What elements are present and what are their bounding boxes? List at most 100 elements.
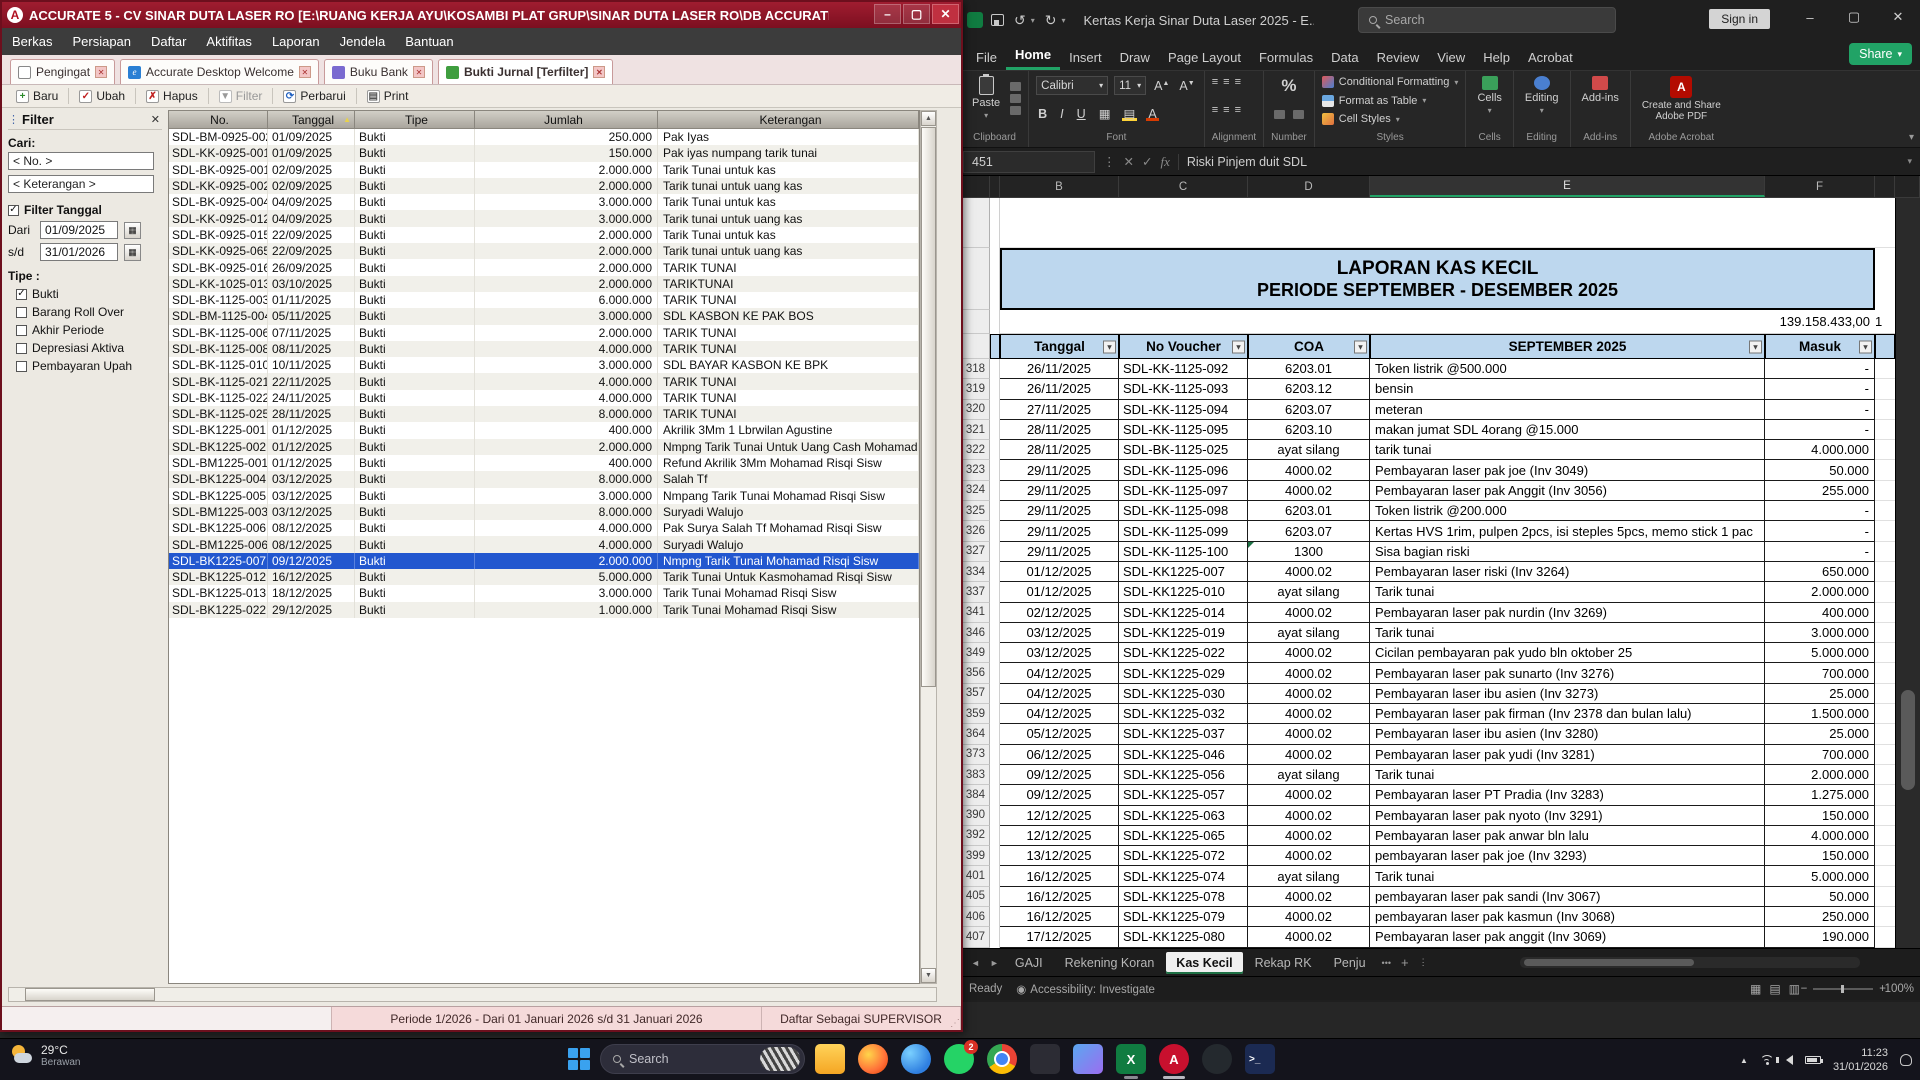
cell-masuk[interactable]: 4.000.000 [1765,440,1875,461]
font-color-icon[interactable]: A [1146,107,1158,121]
column-header-jumlah[interactable]: Jumlah [475,111,658,128]
row-header[interactable]: 321 [961,419,990,441]
redo-icon[interactable]: ↻ [1045,12,1057,29]
excel-vscroll-thumb[interactable] [1901,690,1915,790]
volume-icon[interactable] [1775,1055,1793,1065]
terminal-taskbar-icon[interactable]: >_ [1245,1044,1275,1074]
cell-voucher[interactable]: SDL-KK1225-063 [1119,805,1248,826]
cell-tanggal[interactable]: 27/11/2025 [1000,399,1119,420]
cell-voucher[interactable]: SDL-KK1225-022 [1119,643,1248,664]
column-filter-header-september-2025[interactable]: SEPTEMBER 2025 ▾ [1370,334,1765,359]
table-row[interactable]: SDL-BK-1125-006 07/11/2025 Bukti 2.000.000 T… [169,324,919,341]
row-header[interactable]: 406 [961,907,990,928]
cell-tanggal[interactable]: 28/11/2025 [1000,440,1119,461]
cell-description[interactable]: Pembayaran laser pak yudi (Inv 3281) [1370,744,1765,765]
formula-content[interactable]: Riski Pinjem duit SDL [1187,155,1307,169]
cell-coa[interactable]: 4000.02 [1248,704,1370,725]
filter-dropdown-icon[interactable]: ▾ [1232,340,1245,353]
cell-coa[interactable]: 4000.02 [1248,846,1370,867]
cell-voucher[interactable]: SDL-KK-1125-094 [1119,399,1248,420]
addins-button[interactable]: Add-ins [1578,76,1623,104]
menu-aktifitas[interactable]: Aktifitas [196,34,262,49]
table-row[interactable]: SDL-KK-0925-065 22/09/2025 Bukti 2.000.000 T… [169,243,919,260]
excel-vertical-scrollbar[interactable] [1895,198,1920,948]
cell-coa[interactable]: 4000.02 [1248,663,1370,684]
cell-voucher[interactable]: SDL-BK-1125-025 [1119,440,1248,461]
sheet-tab-rekening-koran[interactable]: Rekening Koran [1055,952,1165,974]
cell-masuk[interactable]: 400.000 [1765,602,1875,623]
cell-voucher[interactable]: SDL-KK1225-046 [1119,744,1248,765]
table-row[interactable]: SDL-BK-1125-022 24/11/2025 Bukti 4.000.000 T… [169,389,919,407]
row-header[interactable]: 373 [961,744,990,765]
cell-voucher[interactable]: SDL-KK1225-014 [1119,602,1248,623]
cell-voucher[interactable]: SDL-KK1225-007 [1119,561,1248,583]
cell-masuk[interactable]: 25.000 [1765,683,1875,705]
cell-coa[interactable]: 6203.07 [1248,521,1370,542]
cell-description[interactable]: pembayaran laser pak joe (Inv 3293) [1370,846,1765,867]
cell-masuk[interactable]: 1.500.000 [1765,704,1875,725]
table-row[interactable]: SDL-BM-1125-004 05/11/2025 Bukti 3.000.000 S… [169,308,919,325]
format-painter-icon[interactable] [1010,105,1022,115]
cell-description[interactable]: Pembayaran laser ibu asien (Inv 3273) [1370,683,1765,705]
sign-in-button[interactable]: Sign in [1709,9,1770,29]
editing-button[interactable]: Editing ▾ [1521,76,1563,115]
row-header[interactable]: 327 [961,541,990,562]
cell-coa[interactable]: 6203.07 [1248,399,1370,420]
menu-laporan[interactable]: Laporan [262,34,330,49]
excel-maximize-button[interactable]: ▢ [1832,0,1876,34]
row-header[interactable]: 337 [961,582,990,603]
page-layout-view-icon[interactable]: ▤ [1769,982,1780,996]
cell-tanggal[interactable]: 29/11/2025 [1000,521,1119,542]
row-header[interactable]: 324 [961,480,990,502]
cell-description[interactable]: Pembayaran laser pak nurdin (Inv 3269) [1370,602,1765,623]
cell-description[interactable]: meteran [1370,399,1765,420]
row-header[interactable]: 407 [961,927,990,948]
excel-hscroll-thumb[interactable] [1524,959,1694,966]
expand-formula-bar-icon[interactable]: ▾ [1907,156,1912,167]
cell-voucher[interactable]: SDL-KK1225-056 [1119,764,1248,786]
insert-function-icon[interactable]: fx [1160,154,1169,170]
tipe-option-depresiasi-aktiva[interactable]: Depresiasi Aktiva [16,341,162,355]
taskbar-search[interactable]: Search [600,1044,805,1074]
column-header-e[interactable]: E [1370,176,1765,197]
cell-masuk[interactable]: 2.000.000 [1765,582,1875,603]
table-row[interactable]: SDL-BK1225-022 29/12/2025 Bukti 1.000.000 Ta… [169,601,919,618]
cell-coa[interactable]: 6203.12 [1248,379,1370,400]
ribbon-tab-page-layout[interactable]: Page Layout [1159,45,1250,70]
cell-voucher[interactable]: SDL-KK1225-065 [1119,825,1248,847]
cell-description[interactable]: Pembayaran laser pak Anggit (Inv 3056) [1370,480,1765,502]
menu-bantuan[interactable]: Bantuan [395,34,463,49]
cell-masuk[interactable]: 4.000.000 [1765,825,1875,847]
cell-voucher[interactable]: SDL-KK-1125-095 [1119,419,1248,441]
cell-coa[interactable]: 4000.02 [1248,744,1370,765]
row-header[interactable]: 320 [961,399,990,420]
tab-accurate-desktop-welcome[interactable]: e Accurate Desktop Welcome ✕ [120,59,319,84]
page-break-view-icon[interactable]: ▥ [1789,982,1800,996]
cell-masuk[interactable]: 50.000 [1765,886,1875,908]
tab-pengingat[interactable]: Pengingat ✕ [10,59,116,84]
battery-icon[interactable] [1804,1056,1823,1064]
new-sheet-button[interactable]: + [1397,955,1413,970]
cell-coa[interactable]: 1300 [1248,541,1370,562]
cut-icon[interactable] [1010,81,1022,91]
excel-taskbar-icon[interactable]: X [1116,1044,1146,1079]
scroll-up-icon[interactable]: ▲ [921,111,936,126]
row-header[interactable]: 318 [961,359,990,380]
cell-tanggal[interactable]: 01/12/2025 [1000,561,1119,583]
table-row[interactable]: SDL-BK-0925-016 26/09/2025 Bukti 2.000.000 T… [169,259,919,276]
borders-icon[interactable]: ▦ [1097,106,1113,121]
cell-coa[interactable]: 4000.02 [1248,561,1370,583]
cell-tanggal[interactable]: 17/12/2025 [1000,927,1119,948]
dari-calendar-icon[interactable]: ▦ [124,221,141,239]
row-header[interactable]: 405 [961,886,990,908]
menu-jendela[interactable]: Jendela [330,34,396,49]
cell-tanggal[interactable]: 03/12/2025 [1000,622,1119,644]
cell-voucher[interactable]: SDL-KK-1125-093 [1119,379,1248,400]
accessibility-status[interactable]: ◉ Accessibility: Investigate [1016,982,1155,996]
cell-masuk[interactable]: - [1765,419,1875,441]
cell-coa[interactable]: 4000.02 [1248,886,1370,908]
column-header-b[interactable]: B [1000,176,1119,197]
cell-tanggal[interactable]: 04/12/2025 [1000,663,1119,684]
cell-coa[interactable]: ayat silang [1248,440,1370,461]
sheet-tab-rekap-rk[interactable]: Rekap RK [1245,952,1322,974]
